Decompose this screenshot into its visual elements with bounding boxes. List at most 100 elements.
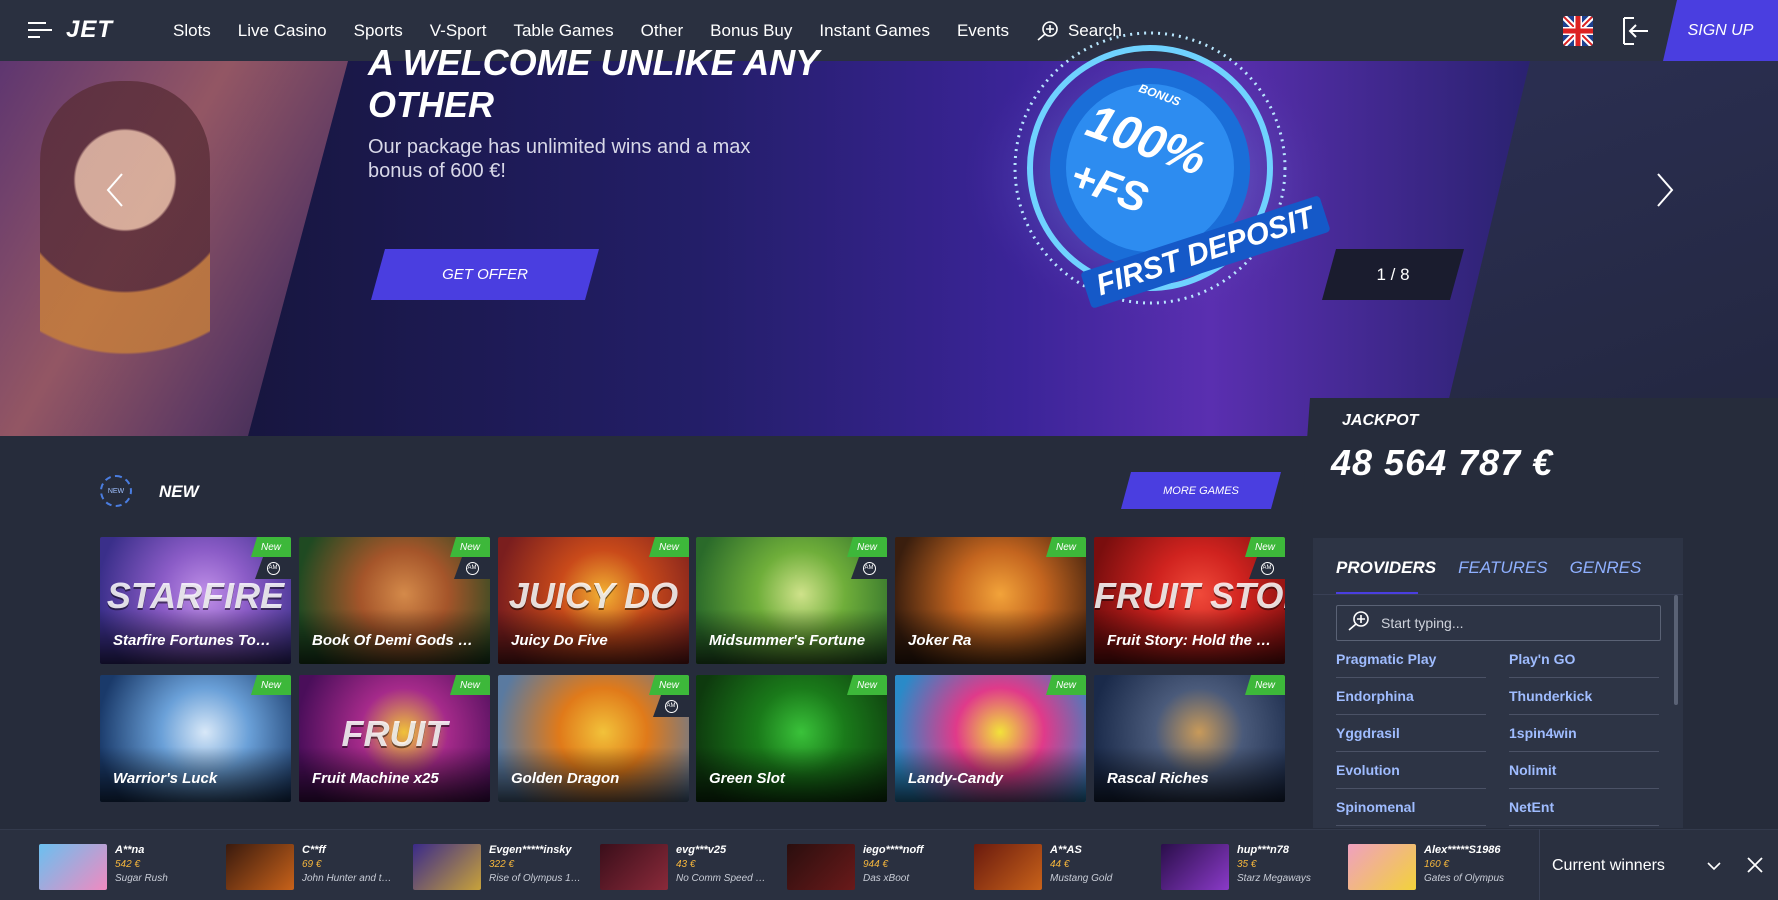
- game-title: Warrior's Luck: [113, 770, 218, 787]
- winner-user: A**AS: [1050, 844, 1082, 856]
- game-tile[interactable]: FRUIT New Fruit Machine x25: [299, 675, 490, 802]
- winner-amount: 43 €: [676, 859, 696, 870]
- logo[interactable]: JET: [66, 16, 113, 44]
- carousel-next-icon[interactable]: [1650, 170, 1680, 210]
- nav-item-slots[interactable]: Slots: [173, 21, 211, 41]
- providers-scrollbar[interactable]: [1674, 595, 1678, 705]
- game-title: Joker Ra: [908, 632, 972, 649]
- close-icon[interactable]: [1745, 855, 1765, 875]
- provider-item[interactable]: Pragmatic Play: [1336, 641, 1486, 678]
- nav-item-v-sport[interactable]: V-Sport: [430, 21, 487, 41]
- menu-icon[interactable]: [28, 20, 52, 40]
- winner-amount: 44 €: [1050, 859, 1070, 870]
- game-tile[interactable]: New Landy-Candy: [895, 675, 1086, 802]
- winner-game: Rise of Olympus 100: [489, 873, 581, 884]
- uk-flag-icon[interactable]: [1563, 16, 1593, 46]
- game-tile[interactable]: New Warrior's Luck: [100, 675, 291, 802]
- winner-game-thumb: [39, 844, 107, 890]
- nav-item-live-casino[interactable]: Live Casino: [238, 21, 327, 41]
- more-games-button[interactable]: MORE GAMES: [1121, 472, 1281, 509]
- winner-amount: 542 €: [115, 859, 141, 870]
- game-tile[interactable]: New Rascal Riches: [1094, 675, 1285, 802]
- new-tag: New: [847, 675, 887, 695]
- nav-item-other[interactable]: Other: [641, 21, 684, 41]
- game-tile[interactable]: New AM Golden Dragon: [498, 675, 689, 802]
- tab-providers[interactable]: PROVIDERS: [1336, 558, 1436, 578]
- providers-tabs: PROVIDERS FEATURES GENRES: [1336, 558, 1641, 578]
- top-bar: JET Slots Live Casino Sports V-Sport Table G…: [0, 0, 1778, 61]
- provider-search-field[interactable]: [1336, 605, 1661, 641]
- nav-item-table-games[interactable]: Table Games: [513, 21, 613, 41]
- new-tag: New: [1245, 675, 1285, 695]
- provider-item[interactable]: Endorphina: [1336, 678, 1486, 715]
- new-tag: New: [649, 675, 689, 695]
- winner-amount: 69 €: [302, 859, 322, 870]
- game-title: Fruit Story: Hold the Spin: [1107, 632, 1272, 649]
- nav-item-sports[interactable]: Sports: [354, 21, 403, 41]
- game-title: Midsummer's Fortune: [709, 632, 866, 649]
- new-tag: New: [649, 537, 689, 557]
- winner-game: Starz Megaways: [1237, 873, 1311, 884]
- new-tag: New: [450, 675, 490, 695]
- new-tag: New: [847, 537, 887, 557]
- game-tile[interactable]: New AM Midsummer's Fortune: [696, 537, 887, 664]
- game-tile[interactable]: FRUIT STORYNewAMFruit Story: Hold the Sp…: [1094, 537, 1285, 664]
- winner-game: No Comm Speed Baccarat: [676, 873, 768, 884]
- current-winners-label: Current winners: [1552, 857, 1665, 874]
- winner-user: C**ff: [302, 844, 326, 856]
- game-title: Landy-Candy: [908, 770, 1004, 787]
- game-tile[interactable]: NewAMBook Of Demi Gods III Reloaded: [299, 537, 490, 664]
- winner-game-thumb: [413, 844, 481, 890]
- winner-user: evg***v25: [676, 844, 727, 856]
- game-tile[interactable]: New Joker Ra: [895, 537, 1086, 664]
- provider-item[interactable]: Spinomenal: [1336, 789, 1486, 826]
- jackpot-value: 48 564 787 €: [1331, 442, 1554, 483]
- winner-user: Evgen*****insky: [489, 844, 572, 856]
- new-tag: New: [1046, 537, 1086, 557]
- tab-genres[interactable]: GENRES: [1570, 558, 1642, 578]
- game-title: Fruit Machine x25: [312, 770, 439, 787]
- provider-item[interactable]: Yggdrasil: [1336, 715, 1486, 752]
- provider-search-input[interactable]: [1381, 615, 1651, 631]
- hero-banner: [0, 61, 1778, 436]
- winner-user: Alex*****S1986: [1424, 844, 1501, 856]
- winner-game-thumb: [1161, 844, 1229, 890]
- winner-amount: 944 €: [863, 859, 889, 870]
- get-offer-button[interactable]: GET OFFER: [371, 249, 599, 300]
- winner-game-thumb: [787, 844, 855, 890]
- new-badge-icon: NEW: [100, 475, 132, 507]
- winner-game-thumb: [600, 844, 668, 890]
- provider-item[interactable]: Nolimit: [1509, 752, 1659, 789]
- login-icon[interactable]: [1622, 16, 1650, 46]
- provider-item[interactable]: Thunderkick: [1509, 678, 1659, 715]
- hero-character: [40, 81, 210, 411]
- winner-game: Mustang Gold: [1050, 873, 1113, 884]
- game-title: Book Of Demi Gods III Reloaded: [312, 632, 477, 649]
- winner-amount: 160 €: [1424, 859, 1450, 870]
- game-tile[interactable]: STARFIRENewAMStarfire Fortunes Top Dolla…: [100, 537, 291, 664]
- provider-item[interactable]: Play'n GO: [1509, 641, 1659, 678]
- jackpot-label: JACKPOT: [1342, 412, 1419, 429]
- tab-features[interactable]: FEATURES: [1458, 558, 1547, 578]
- new-tag: New: [251, 537, 291, 557]
- nav-item-instant-games[interactable]: Instant Games: [819, 21, 930, 41]
- game-title: Green Slot: [709, 770, 785, 787]
- winner-game: Das xBoot: [863, 873, 910, 884]
- provider-item[interactable]: Evolution: [1336, 752, 1486, 789]
- tabs-divider: [1313, 594, 1683, 595]
- game-tile[interactable]: New Green Slot: [696, 675, 887, 802]
- provider-item[interactable]: NetEnt: [1509, 789, 1659, 826]
- game-title: Starfire Fortunes Top Dollar: [113, 632, 278, 649]
- new-tag: New: [450, 537, 490, 557]
- game-tile[interactable]: JUICY DO New Juicy Do Five: [498, 537, 689, 664]
- new-tag: New: [1245, 537, 1285, 557]
- provider-item[interactable]: 1spin4win: [1509, 715, 1659, 752]
- signup-button[interactable]: SIGN UP: [1663, 0, 1778, 61]
- game-title: Rascal Riches: [1107, 770, 1209, 787]
- nav-item-bonus-buy[interactable]: Bonus Buy: [710, 21, 792, 41]
- new-tag: New: [1046, 675, 1086, 695]
- carousel-prev-icon[interactable]: [100, 170, 130, 210]
- winner-game-thumb: [1348, 844, 1416, 890]
- chevron-down-icon[interactable]: [1706, 858, 1722, 874]
- page: JET Slots Live Casino Sports V-Sport Table G…: [0, 0, 1778, 900]
